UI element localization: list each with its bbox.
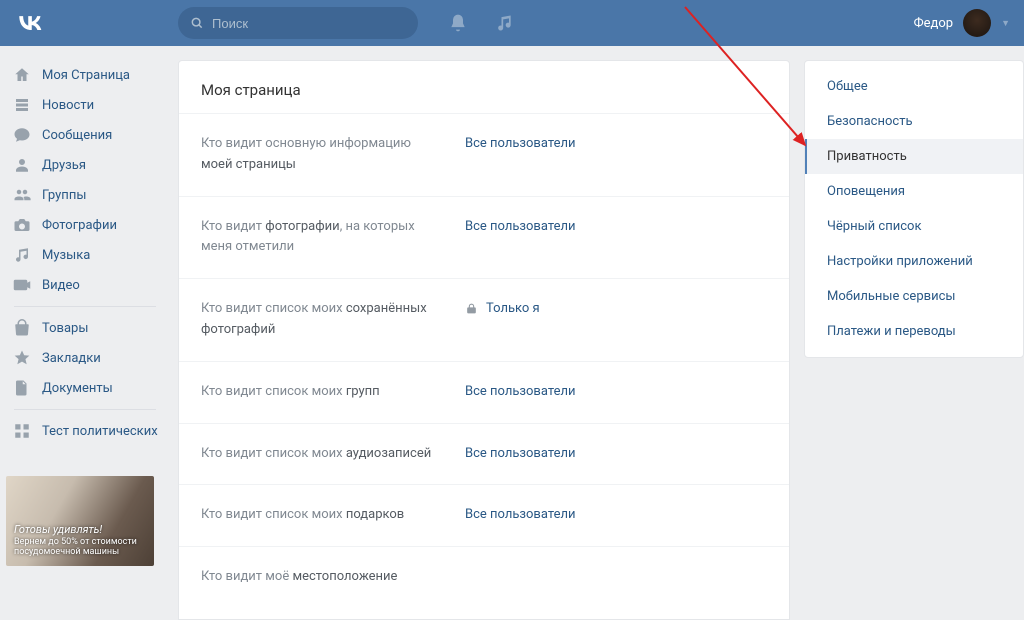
user-icon: [12, 156, 32, 174]
star-icon: [12, 349, 32, 367]
nav-label: Новости: [42, 98, 94, 113]
nav-label: Музыка: [42, 248, 90, 263]
music-icon: [12, 246, 32, 264]
bell-icon[interactable]: [448, 13, 468, 33]
bag-icon: [12, 319, 32, 337]
video-icon: [12, 276, 32, 294]
nav-label: Видео: [42, 278, 80, 293]
ad-banner[interactable]: Готовы удивлять! Вернем до 50% от стоимо…: [6, 476, 154, 566]
settings-tab-notify[interactable]: Оповещения: [805, 174, 1023, 209]
ad-subtitle: Вернем до 50% от стоимости посудомоечной…: [14, 538, 146, 558]
settings-tab-appset[interactable]: Настройки приложений: [805, 244, 1023, 279]
nav-item-messages[interactable]: Сообщения: [6, 120, 164, 150]
privacy-row-label: Кто видит моё местоположение: [201, 567, 441, 588]
privacy-row: Кто видит моё местоположение: [179, 546, 789, 608]
feed-icon: [12, 96, 32, 114]
nav-item-groups[interactable]: Группы: [6, 180, 164, 210]
nav-item-photos[interactable]: Фотографии: [6, 210, 164, 240]
vk-logo[interactable]: [10, 9, 50, 37]
ad-title: Готовы удивлять!: [14, 524, 146, 536]
privacy-row: Кто видит основную информацию моей стран…: [179, 113, 789, 196]
nav-separator: [14, 306, 156, 307]
settings-tab-pay[interactable]: Платежи и переводы: [805, 314, 1023, 349]
search-input[interactable]: [212, 16, 406, 31]
search-icon: [190, 16, 204, 30]
privacy-row-value[interactable]: Все пользователи: [465, 217, 576, 234]
nav-label: Документы: [42, 381, 113, 396]
nav-item-bookmarks[interactable]: Закладки: [6, 343, 164, 373]
apps-icon: [12, 422, 32, 440]
nav-label: Товары: [42, 321, 88, 336]
nav-separator: [14, 409, 156, 410]
settings-tab-mobile[interactable]: Мобильные сервисы: [805, 279, 1023, 314]
privacy-row-value[interactable]: Все пользователи: [465, 134, 576, 151]
privacy-value-text: Только я: [486, 301, 540, 316]
page-layout: Моя Страница Новости Сообщения Друзья Группы…: [0, 46, 1024, 620]
privacy-row: Кто видит фотографии, на которых меня от…: [179, 196, 789, 279]
nav-item-apptest[interactable]: Тест политических: [6, 416, 164, 446]
user-menu[interactable]: Федор ▼: [914, 9, 1014, 37]
nav-item-market[interactable]: Товары: [6, 313, 164, 343]
nav-label: Фотографии: [42, 218, 117, 233]
nav-label: Моя Страница: [42, 68, 130, 83]
privacy-value-text: Все пользователи: [465, 507, 576, 522]
privacy-value-text: Все пользователи: [465, 446, 576, 461]
privacy-value-text: Все пользователи: [465, 384, 576, 399]
nav-item-music[interactable]: Музыка: [6, 240, 164, 270]
camera-icon: [12, 216, 32, 234]
nav-item-friends[interactable]: Друзья: [6, 150, 164, 180]
user-name: Федор: [914, 16, 954, 31]
privacy-row-value[interactable]: Только я: [465, 299, 540, 316]
left-nav: Моя Страница Новости Сообщения Друзья Группы…: [0, 60, 164, 566]
privacy-row-label: Кто видит список моих подарков: [201, 505, 441, 526]
users-icon: [12, 186, 32, 204]
privacy-row-value[interactable]: Все пользователи: [465, 444, 576, 461]
chevron-down-icon: ▼: [1001, 18, 1010, 29]
search-box[interactable]: [178, 7, 418, 39]
privacy-row-label: Кто видит основную информацию моей стран…: [201, 134, 441, 176]
settings-tab-general[interactable]: Общее: [805, 69, 1023, 104]
settings-tab-security[interactable]: Безопасность: [805, 104, 1023, 139]
privacy-value-text: Все пользователи: [465, 219, 576, 234]
privacy-row: Кто видит список моих групп Все пользоват…: [179, 361, 789, 423]
nav-label: Сообщения: [42, 128, 112, 143]
privacy-row-value[interactable]: Все пользователи: [465, 505, 576, 522]
privacy-row-value[interactable]: Все пользователи: [465, 382, 576, 399]
privacy-row-label: Кто видит список моих сохранённых фотогр…: [201, 299, 441, 341]
privacy-row: Кто видит список моих аудиозаписей Все по…: [179, 423, 789, 485]
right-nav: ОбщееБезопасностьПриватностьОповещенияЧё…: [804, 60, 1024, 358]
nav-label: Закладки: [42, 351, 101, 366]
header-icons: [448, 13, 514, 33]
ad-text: Готовы удивлять! Вернем до 50% от стоимо…: [14, 524, 146, 558]
msg-icon: [12, 126, 32, 144]
privacy-row-label: Кто видит список моих групп: [201, 382, 441, 403]
page-title: Моя страница: [179, 61, 789, 113]
privacy-row: Кто видит список моих подарков Все пользо…: [179, 484, 789, 546]
nav-item-news[interactable]: Новости: [6, 90, 164, 120]
lock-icon: [465, 302, 478, 315]
settings-panel: Моя страница Кто видит основную информац…: [178, 60, 790, 620]
top-header: Федор ▼: [0, 0, 1024, 46]
home-icon: [12, 66, 32, 84]
settings-tab-black[interactable]: Чёрный список: [805, 209, 1023, 244]
privacy-value-text: Все пользователи: [465, 136, 576, 151]
settings-tab-privacy[interactable]: Приватность: [805, 139, 1023, 174]
privacy-row-label: Кто видит список моих аудиозаписей: [201, 444, 441, 465]
privacy-row-label: Кто видит фотографии, на которых меня от…: [201, 217, 441, 259]
privacy-row: Кто видит список моих сохранённых фотогр…: [179, 278, 789, 361]
search-wrap: [178, 7, 418, 39]
avatar: [963, 9, 991, 37]
nav-label: Тест политических: [42, 424, 158, 439]
nav-item-videos[interactable]: Видео: [6, 270, 164, 300]
nav-label: Группы: [42, 188, 86, 203]
header-inner: Федор ▼: [10, 0, 1014, 46]
nav-item-docs[interactable]: Документы: [6, 373, 164, 403]
vk-logo-icon: [16, 9, 44, 37]
doc-icon: [12, 379, 32, 397]
nav-label: Друзья: [42, 158, 86, 173]
nav-item-my-page[interactable]: Моя Страница: [6, 60, 164, 90]
music-icon[interactable]: [494, 13, 514, 33]
